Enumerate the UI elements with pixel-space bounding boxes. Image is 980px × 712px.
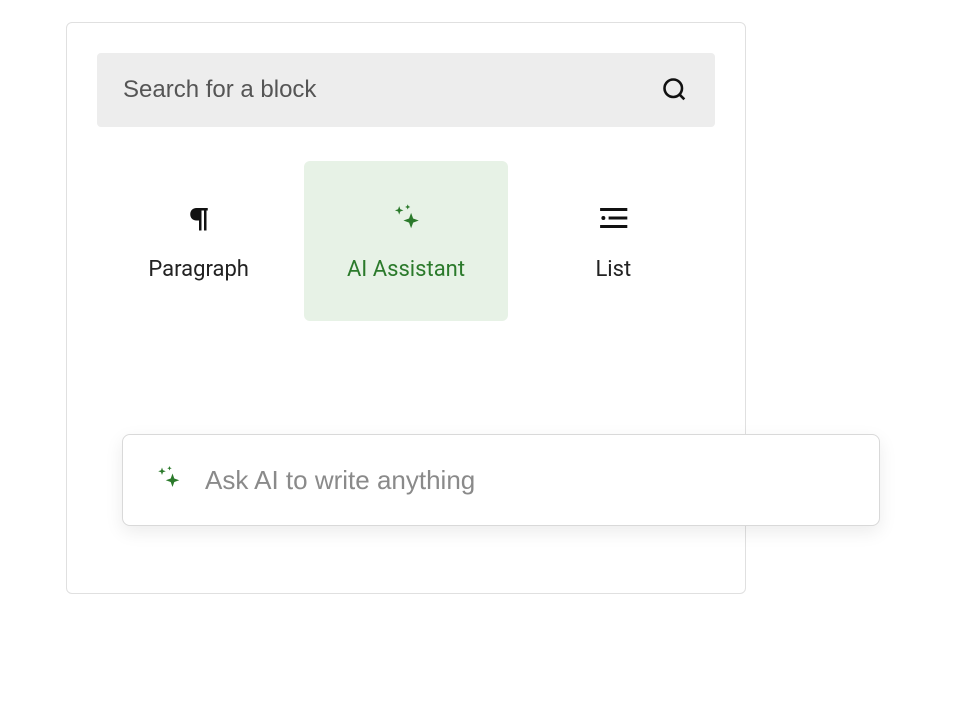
sparkle-icon (389, 201, 423, 235)
block-tile-paragraph[interactable]: Paragraph (97, 161, 300, 321)
search-input[interactable] (123, 76, 661, 104)
block-tile-ai-assistant[interactable]: AI Assistant (304, 161, 507, 321)
ai-prompt-bar[interactable] (122, 434, 880, 526)
block-tile-label: Paragraph (148, 257, 249, 282)
list-icon (596, 201, 630, 235)
block-tile-label: List (595, 257, 631, 282)
search-bar[interactable] (97, 53, 715, 127)
block-grid: Paragraph AI Assistant Li (97, 161, 715, 321)
sparkle-icon (153, 463, 183, 497)
search-icon (661, 76, 689, 104)
pilcrow-icon (182, 201, 216, 235)
block-tile-list[interactable]: List (512, 161, 715, 321)
block-tile-label: AI Assistant (347, 257, 465, 282)
ai-prompt-input[interactable] (205, 465, 849, 496)
